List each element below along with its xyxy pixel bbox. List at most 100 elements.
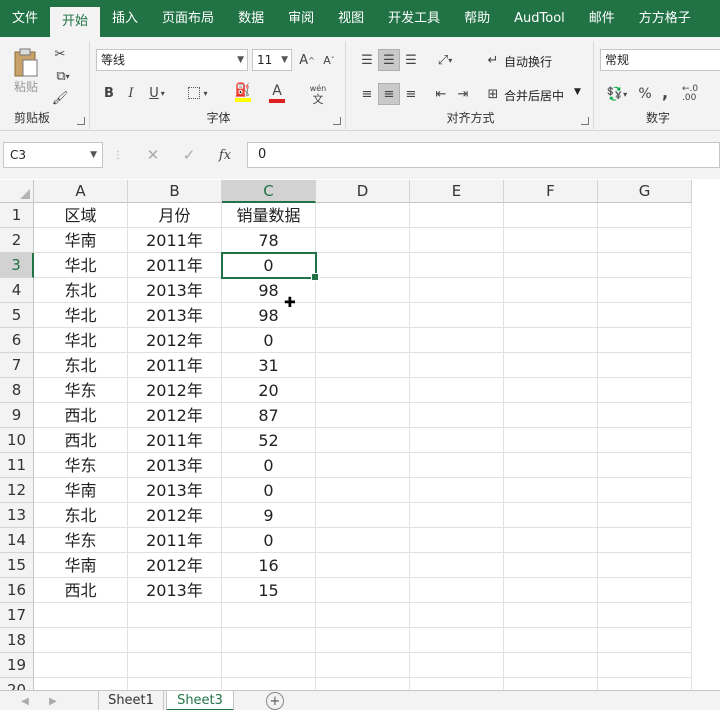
cell-c8[interactable]: 20 <box>222 378 316 403</box>
row-header[interactable]: 20 <box>0 678 34 690</box>
cell-d14[interactable] <box>316 528 410 553</box>
cell-b2[interactable]: 2011年 <box>128 228 222 253</box>
cell-a3[interactable]: 华北 <box>34 253 128 278</box>
cell-g18[interactable] <box>598 628 692 653</box>
cell-c12[interactable]: 0 <box>222 478 316 503</box>
cut-icon[interactable]: ✂ <box>50 45 70 63</box>
cell-d19[interactable] <box>316 653 410 678</box>
cell-b8[interactable]: 2012年 <box>128 378 222 403</box>
cell-g13[interactable] <box>598 503 692 528</box>
row-header[interactable]: 17 <box>0 603 34 628</box>
tab-audtool[interactable]: AudTool <box>502 0 577 37</box>
cell-g4[interactable] <box>598 278 692 303</box>
cell-a17[interactable] <box>34 603 128 628</box>
select-all-button[interactable] <box>0 180 34 203</box>
font-launcher[interactable] <box>333 117 341 125</box>
cell-a20[interactable] <box>34 678 128 690</box>
cell-g5[interactable] <box>598 303 692 328</box>
cell-f16[interactable] <box>504 578 598 603</box>
merge-center-button[interactable]: 合并后居中 <box>504 87 564 104</box>
cell-b20[interactable] <box>128 678 222 690</box>
cell-e13[interactable] <box>410 503 504 528</box>
cell-c3[interactable]: 0 <box>222 253 316 278</box>
cell-a13[interactable]: 东北 <box>34 503 128 528</box>
decrease-indent-icon[interactable]: ⇤ <box>430 83 452 105</box>
cell-f2[interactable] <box>504 228 598 253</box>
tab-help[interactable]: 帮助 <box>452 0 502 37</box>
align-right-icon[interactable]: ≡ <box>400 83 422 105</box>
row-header[interactable]: 15 <box>0 553 34 578</box>
row-header[interactable]: 13 <box>0 503 34 528</box>
cell-d11[interactable] <box>316 453 410 478</box>
column-header-c[interactable]: C <box>222 180 316 203</box>
column-header-d[interactable]: D <box>316 180 410 203</box>
cell-a2[interactable]: 华南 <box>34 228 128 253</box>
cell-c2[interactable]: 78 <box>222 228 316 253</box>
enter-button[interactable]: ✓ <box>178 144 200 166</box>
column-header-a[interactable]: A <box>34 180 128 203</box>
row-header[interactable]: 6 <box>0 328 34 353</box>
cell-e16[interactable] <box>410 578 504 603</box>
cell-c5[interactable]: 98 <box>222 303 316 328</box>
row-header[interactable]: 1 <box>0 203 34 228</box>
tab-insert[interactable]: 插入 <box>100 0 150 37</box>
cell-a11[interactable]: 华东 <box>34 453 128 478</box>
copy-icon[interactable]: ⧉ ▾ <box>50 67 76 85</box>
cell-f14[interactable] <box>504 528 598 553</box>
cell-f15[interactable] <box>504 553 598 578</box>
cell-g11[interactable] <box>598 453 692 478</box>
row-header[interactable]: 7 <box>0 353 34 378</box>
alignment-launcher[interactable] <box>581 117 589 125</box>
cell-b14[interactable]: 2011年 <box>128 528 222 553</box>
cell-f8[interactable] <box>504 378 598 403</box>
cell-g1[interactable] <box>598 203 692 228</box>
cell-b4[interactable]: 2013年 <box>128 278 222 303</box>
cell-b6[interactable]: 2012年 <box>128 328 222 353</box>
cell-c7[interactable]: 31 <box>222 353 316 378</box>
cell-f19[interactable] <box>504 653 598 678</box>
cell-e1[interactable] <box>410 203 504 228</box>
cell-d20[interactable] <box>316 678 410 690</box>
shrink-font-icon[interactable]: Aˇ <box>320 51 338 69</box>
tab-review[interactable]: 审阅 <box>276 0 326 37</box>
cell-b10[interactable]: 2011年 <box>128 428 222 453</box>
font-size-select[interactable]: 11 ▼ <box>252 49 292 71</box>
tab-home[interactable]: 开始 <box>50 7 101 37</box>
row-header[interactable]: 2 <box>0 228 34 253</box>
cell-e5[interactable] <box>410 303 504 328</box>
cell-a5[interactable]: 华北 <box>34 303 128 328</box>
cell-g14[interactable] <box>598 528 692 553</box>
cell-c13[interactable]: 9 <box>222 503 316 528</box>
cell-e7[interactable] <box>410 353 504 378</box>
accounting-format-icon[interactable]: 💱 ▾ <box>602 83 632 105</box>
row-header[interactable]: 16 <box>0 578 34 603</box>
cell-b3[interactable]: 2011年 <box>128 253 222 278</box>
cell-e20[interactable] <box>410 678 504 690</box>
cell-c4[interactable]: 98 <box>222 278 316 303</box>
tab-developer[interactable]: 开发工具 <box>376 0 452 37</box>
cell-c10[interactable]: 52 <box>222 428 316 453</box>
cell-e17[interactable] <box>410 603 504 628</box>
cell-c14[interactable]: 0 <box>222 528 316 553</box>
cell-e9[interactable] <box>410 403 504 428</box>
sheet-tab-sheet1[interactable]: Sheet1 <box>98 691 164 710</box>
cell-c9[interactable]: 87 <box>222 403 316 428</box>
tab-fangfang[interactable]: 方方格子 <box>627 0 703 37</box>
cell-b11[interactable]: 2013年 <box>128 453 222 478</box>
cell-f10[interactable] <box>504 428 598 453</box>
scroll-right-icon[interactable]: ▶ <box>46 693 60 709</box>
cell-e8[interactable] <box>410 378 504 403</box>
cell-f3[interactable] <box>504 253 598 278</box>
cell-b13[interactable]: 2012年 <box>128 503 222 528</box>
cell-g9[interactable] <box>598 403 692 428</box>
cell-f7[interactable] <box>504 353 598 378</box>
cell-d2[interactable] <box>316 228 410 253</box>
cell-d17[interactable] <box>316 603 410 628</box>
cell-g7[interactable] <box>598 353 692 378</box>
cell-f9[interactable] <box>504 403 598 428</box>
cell-c6[interactable]: 0 <box>222 328 316 353</box>
cell-e12[interactable] <box>410 478 504 503</box>
cell-g17[interactable] <box>598 603 692 628</box>
format-painter-icon[interactable]: 🖌 <box>50 89 70 107</box>
cell-b19[interactable] <box>128 653 222 678</box>
